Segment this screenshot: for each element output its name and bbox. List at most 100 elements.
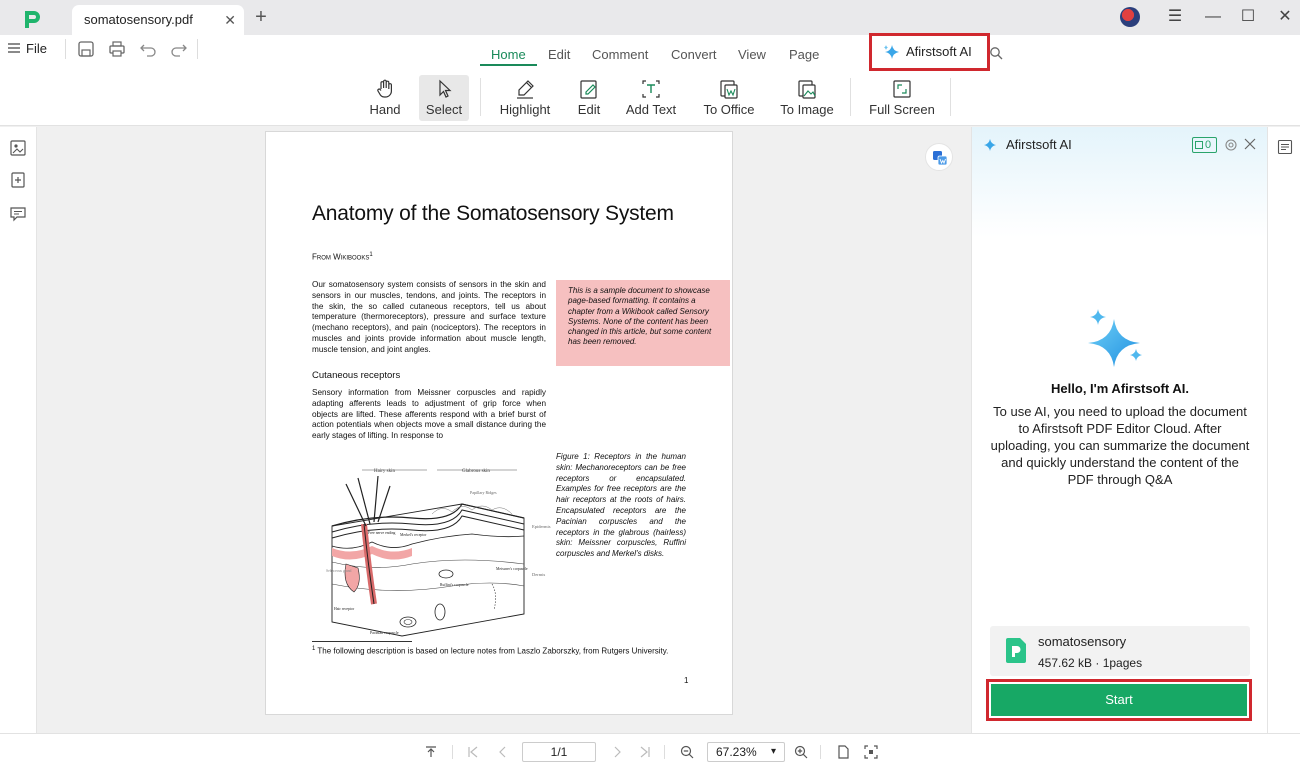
new-tab-button[interactable]: +: [252, 6, 270, 28]
label-pacinian: Pacinian corpuscle: [370, 631, 399, 635]
tab-page[interactable]: Page: [789, 47, 819, 62]
document-source: From Wikibooks1: [312, 252, 373, 262]
tab-home[interactable]: Home: [491, 47, 526, 62]
last-page-icon[interactable]: [638, 745, 652, 759]
right-sidebar: [1267, 127, 1300, 733]
figure-caption: Figure 1: Receptors in the human skin: M…: [556, 452, 686, 559]
close-icon[interactable]: [1244, 138, 1256, 150]
label-meissner: Meissner's corpuscle: [496, 567, 528, 571]
to-image-button[interactable]: To Image: [776, 75, 838, 121]
ai-description: To use AI, you need to upload the docume…: [990, 404, 1250, 487]
thumbnails-icon[interactable]: [9, 139, 27, 157]
divider: [820, 745, 821, 759]
footnote: 1 The following description is based on …: [312, 646, 668, 656]
print-icon[interactable]: [107, 39, 127, 59]
first-page-icon[interactable]: [466, 745, 480, 759]
settings-icon[interactable]: [1224, 138, 1238, 152]
menu-bar: File Home Edit Comment Convert View Page: [0, 35, 1300, 92]
tab-convert[interactable]: Convert: [671, 47, 717, 62]
fit-page-icon[interactable]: [864, 745, 878, 759]
paragraph-intro: Our somatosensory system consists of sen…: [312, 280, 546, 354]
zoom-out-icon[interactable]: [680, 745, 694, 759]
next-page-icon[interactable]: [610, 745, 624, 759]
zoom-in-icon[interactable]: [794, 745, 808, 759]
document-tab[interactable]: somatosensory.pdf ✕: [72, 5, 244, 35]
left-sidebar: [0, 127, 37, 733]
page-number-input[interactable]: 1/1: [522, 742, 596, 762]
file-menu[interactable]: File: [26, 41, 47, 56]
start-button-highlight: Start: [986, 679, 1252, 721]
label-free-nerve: Free nerve ending: [368, 531, 396, 535]
footnote-ref: 1: [369, 252, 373, 258]
file-meta: 457.62 kB · 1pages: [1038, 656, 1143, 670]
ai-greeting: Hello, I'm Afirstsoft AI.: [1051, 381, 1189, 396]
add-text-icon: [642, 80, 660, 98]
highlight-tool-button[interactable]: Highlight: [494, 75, 556, 121]
maximize-button[interactable]: ☐: [1236, 6, 1260, 28]
to-office-button[interactable]: To Office: [698, 75, 760, 121]
ai-credits-badge[interactable]: 0: [1192, 137, 1217, 153]
add-text-tool-button[interactable]: Add Text: [622, 75, 680, 121]
single-page-view-icon[interactable]: [836, 745, 850, 759]
comments-icon[interactable]: [9, 205, 27, 223]
pdf-page[interactable]: Anatomy of the Somatosensory System From…: [265, 131, 733, 715]
paragraph-cutaneous: Sensory information from Meissner corpus…: [312, 388, 546, 441]
fullscreen-icon: [893, 80, 911, 98]
footnote-number: 1: [312, 646, 316, 652]
tab-close-icon[interactable]: ✕: [224, 5, 236, 35]
bookmark-add-icon[interactable]: [9, 171, 27, 189]
app-logo-icon: [25, 11, 40, 28]
redo-icon[interactable]: [169, 39, 189, 59]
select-tool-button[interactable]: Select: [419, 75, 469, 121]
hamburger-icon[interactable]: [8, 42, 20, 54]
tab-view[interactable]: View: [738, 47, 766, 62]
select-tool-label: Select: [425, 102, 463, 117]
hand-tool-label: Hand: [369, 102, 401, 117]
credit-icon: [1195, 141, 1203, 149]
cursor-icon: [439, 79, 452, 98]
hand-tool-button[interactable]: Hand: [362, 75, 408, 121]
menu-icon[interactable]: ☰: [1163, 6, 1187, 28]
full-screen-button[interactable]: Full Screen: [866, 75, 938, 121]
divider: [850, 78, 851, 116]
chevron-down-icon: ▾: [770, 746, 776, 757]
label-ruffini: Ruffini's corpuscle: [440, 583, 469, 587]
translate-icon: [933, 151, 948, 166]
translate-button[interactable]: [925, 143, 953, 171]
highlighter-icon: [517, 80, 534, 99]
save-icon[interactable]: [76, 39, 96, 59]
file-name: somatosensory: [1038, 634, 1127, 649]
to-office-label: To Office: [703, 102, 755, 117]
zoom-value: 67.23%: [716, 745, 757, 759]
avatar[interactable]: [1120, 7, 1140, 27]
zoom-select[interactable]: 67.23% ▾: [707, 742, 785, 762]
divider: [664, 745, 665, 759]
afirstsoft-ai-button[interactable]: Afirstsoft AI: [869, 33, 990, 71]
search-icon[interactable]: [989, 46, 1003, 60]
edit-tool-button[interactable]: Edit: [570, 75, 608, 121]
document-tab-title: somatosensory.pdf: [84, 12, 193, 27]
to-office-icon: [720, 80, 738, 99]
minimize-button[interactable]: —: [1201, 6, 1225, 28]
properties-icon[interactable]: [1277, 139, 1293, 155]
previous-page-icon[interactable]: [496, 745, 510, 759]
close-window-button[interactable]: ✕: [1273, 6, 1297, 28]
first-page-top-icon[interactable]: [424, 745, 438, 759]
label-papillary-ridges: Papillary Ridges: [470, 490, 497, 495]
page-number: 1: [684, 676, 689, 685]
sparkle-icon: [984, 139, 996, 151]
ai-assistant-panel: Afirstsoft AI 0 Hello, I'm Afirstsoft AI…: [971, 127, 1267, 733]
to-image-label: To Image: [780, 102, 834, 117]
tab-comment[interactable]: Comment: [592, 47, 648, 62]
pdf-file-icon: [1006, 638, 1026, 663]
tab-edit[interactable]: Edit: [548, 47, 570, 62]
document-viewer[interactable]: Anatomy of the Somatosensory System From…: [37, 127, 970, 733]
ai-credits-count: 0: [1205, 139, 1212, 151]
undo-icon[interactable]: [138, 39, 158, 59]
start-button[interactable]: Start: [991, 684, 1247, 716]
footnote-text: The following description is based on le…: [317, 646, 669, 656]
divider: [65, 39, 66, 59]
document-title: Anatomy of the Somatosensory System: [312, 202, 674, 225]
to-image-icon: [798, 80, 816, 99]
status-bar: 1/1 67.23% ▾: [0, 733, 1300, 767]
